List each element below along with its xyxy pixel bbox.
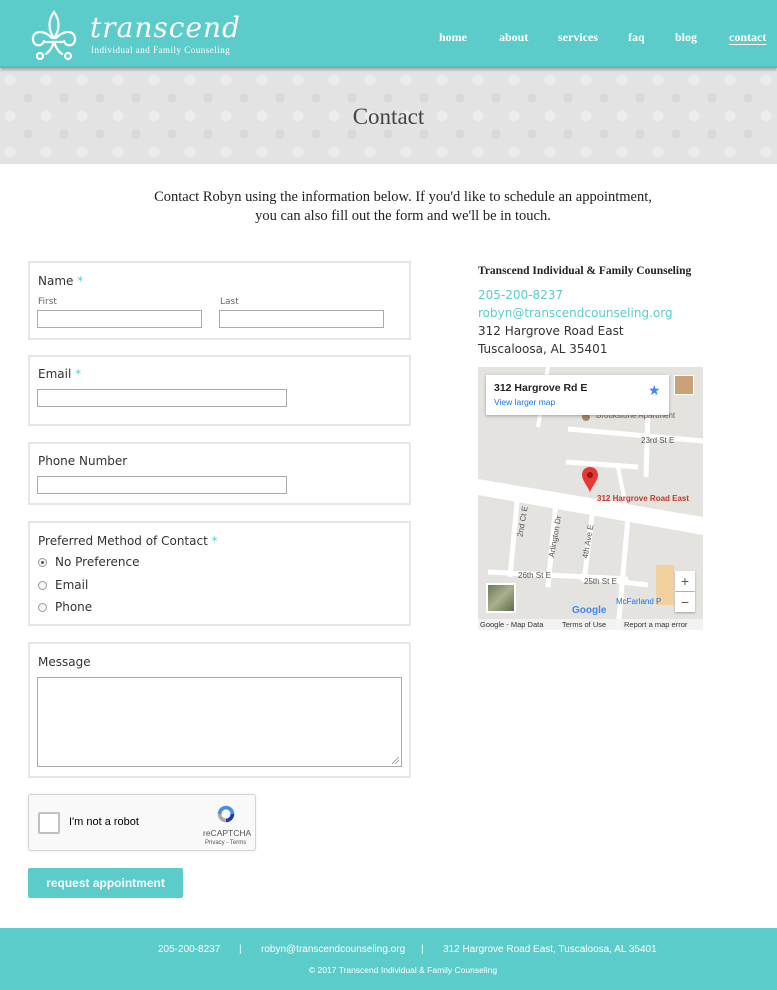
google-logo-text: Google <box>572 605 607 616</box>
first-name-label: First <box>38 297 57 307</box>
map-terms-link[interactable]: Terms of Use <box>562 620 606 629</box>
map-pin-label: 312 Hargrove Road East <box>597 494 690 503</box>
intro-text: Contact Robyn using the information belo… <box>0 188 777 226</box>
email-link[interactable]: robyn@transcendcounseling.org <box>478 306 673 320</box>
org-name: Transcend Individual & Family Counseling <box>478 265 692 277</box>
map-data-link[interactable]: Google - Map Data <box>480 620 543 629</box>
save-star-icon[interactable]: ★ <box>648 382 661 399</box>
message-textarea[interactable] <box>37 677 402 767</box>
last-name-input[interactable] <box>219 310 384 328</box>
google-logo: Google <box>572 605 606 616</box>
name-label: Name * <box>38 274 83 288</box>
site-header: transcend Individual and Family Counseli… <box>0 0 777 68</box>
nav-contact[interactable]: contact <box>729 30 766 45</box>
message-field-group: Message <box>28 642 411 778</box>
nav-about[interactable]: about <box>499 30 528 45</box>
zoom-in-button[interactable]: + <box>675 571 695 591</box>
footer-address: 312 Hargrove Road East, Tuscaloosa, AL 3… <box>443 944 657 955</box>
radio-label: No Preference <box>55 555 140 569</box>
required-mark: * <box>75 367 82 381</box>
request-appointment-button[interactable]: request appointment <box>28 868 183 898</box>
brand-tagline: Individual and Family Counseling <box>91 45 231 55</box>
name-field-group: Name * First Last <box>28 261 411 340</box>
footer-separator: | <box>421 944 424 955</box>
map-label-mcfarland: McFarland P <box>616 597 662 606</box>
required-mark: * <box>77 274 84 288</box>
radio-label: Phone <box>55 600 93 614</box>
intro-line-1: Contact Robyn using the information belo… <box>154 189 652 205</box>
satellite-toggle[interactable] <box>486 583 516 613</box>
recaptcha-widget: I'm not a robot reCAPTCHA Privacy - Term… <box>28 794 256 851</box>
site-footer: 205-200-8237 | robyn@transcendcounseling… <box>0 928 777 990</box>
map-label-23rd: 23rd St E <box>641 436 675 445</box>
radio-phone[interactable]: Phone <box>38 600 92 614</box>
radio-label: Email <box>55 578 89 592</box>
nav-home[interactable]: home <box>439 30 467 45</box>
contact-method-label-text: Preferred Method of Contact <box>38 534 208 548</box>
recaptcha-icon <box>217 805 235 823</box>
resize-grip-icon[interactable] <box>392 757 399 764</box>
required-mark: * <box>211 534 218 548</box>
phone-label: Phone Number <box>38 454 128 468</box>
radio-button[interactable] <box>38 602 47 612</box>
nav-faq[interactable]: faq <box>628 30 645 45</box>
email-input[interactable] <box>37 389 287 407</box>
recaptcha-label: I'm not a robot <box>69 816 139 828</box>
contact-method-label: Preferred Method of Contact * <box>38 534 218 548</box>
recaptcha-checkbox[interactable] <box>38 812 60 834</box>
email-field-group: Email * <box>28 355 411 426</box>
email-label-text: Email <box>38 367 72 381</box>
view-larger-map-link[interactable]: View larger map <box>494 397 555 407</box>
footer-copyright: © 2017 Transcend Individual & Family Cou… <box>308 965 498 975</box>
address-line-2: Tuscaloosa, AL 35401 <box>478 342 608 356</box>
place-photo-thumbnail[interactable] <box>674 375 694 395</box>
footer-phone[interactable]: 205-200-8237 <box>158 944 220 955</box>
footer-email[interactable]: robyn@transcendcounseling.org <box>261 944 405 955</box>
address-line-1: 312 Hargrove Road East <box>478 324 624 338</box>
message-label: Message <box>38 655 91 669</box>
last-name-label: Last <box>220 297 239 307</box>
brand-name: transcend <box>90 11 241 44</box>
nav-blog[interactable]: blog <box>675 30 697 45</box>
radio-button-checked[interactable] <box>38 557 47 567</box>
name-label-text: Name <box>38 274 74 288</box>
footer-separator: | <box>239 944 242 955</box>
logo[interactable]: transcend Individual and Family Counseli… <box>28 8 240 62</box>
google-map[interactable]: 312 Hargrove Road East Brookstone Apartm… <box>478 367 703 630</box>
zoom-out-button[interactable]: − <box>675 592 695 612</box>
radio-no-preference[interactable]: No Preference <box>38 555 139 569</box>
phone-link[interactable]: 205-200-8237 <box>478 288 563 302</box>
fleur-de-lis-icon <box>31 10 77 61</box>
recaptcha-brand: reCAPTCHA <box>203 828 252 838</box>
map-pin-icon[interactable] <box>582 467 598 493</box>
nav-services[interactable]: services <box>558 30 598 45</box>
contact-method-group: Preferred Method of Contact * No Prefere… <box>28 521 411 626</box>
map-card-title: 312 Hargrove Rd E <box>494 382 588 394</box>
map-label-25th: 25th St E <box>584 577 617 586</box>
map-report-link[interactable]: Report a map error <box>624 620 687 629</box>
radio-button[interactable] <box>38 580 47 590</box>
map-label-26th: 26th St E <box>518 571 551 580</box>
first-name-input[interactable] <box>37 310 202 328</box>
page-title: Contact <box>352 104 425 129</box>
intro-line-2: you can also fill out the form and we'll… <box>255 208 551 224</box>
recaptcha-terms-link[interactable]: Privacy - Terms <box>205 840 246 846</box>
phone-field-group: Phone Number <box>28 442 411 505</box>
map-info-card: 312 Hargrove Rd E View larger map ★ <box>486 375 669 415</box>
radio-email[interactable]: Email <box>38 578 88 592</box>
phone-input[interactable] <box>37 476 287 494</box>
map-footer: Google - Map Data Terms of Use Report a … <box>478 619 703 630</box>
email-label: Email * <box>38 367 81 381</box>
